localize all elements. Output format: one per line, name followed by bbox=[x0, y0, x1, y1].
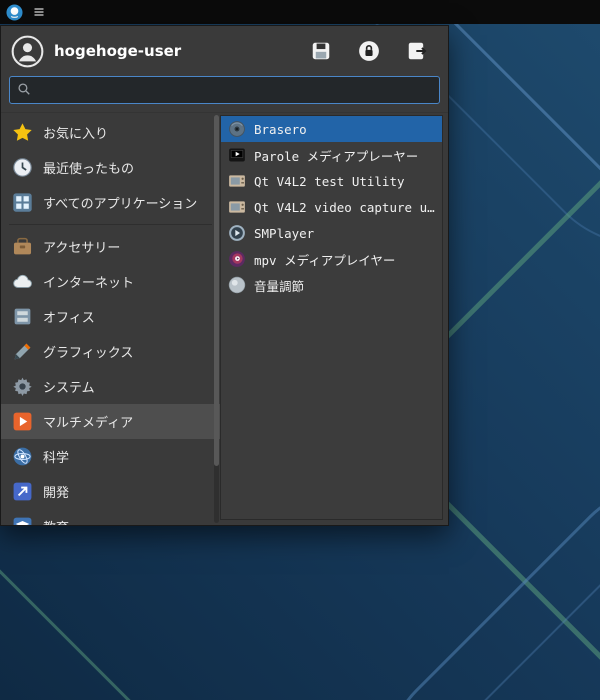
logout-icon bbox=[406, 40, 430, 62]
sidebar-item-label: インターネット bbox=[43, 272, 134, 291]
sidebar-item-label: アクセサリー bbox=[43, 237, 120, 256]
app-item-label: Parole メディアプレーヤー bbox=[254, 146, 418, 165]
whisker-menu: hogehoge-user お気に入り最近使ったものすべてのアプリケーションアク… bbox=[0, 25, 449, 526]
app-item-mpv[interactable]: mpv メディアプレイヤー bbox=[221, 246, 442, 272]
science-icon bbox=[11, 446, 33, 468]
sidebar-item-label: システム bbox=[43, 377, 95, 396]
app-item-volume[interactable]: 音量調節 bbox=[221, 272, 442, 298]
education-icon bbox=[11, 516, 33, 526]
search-input[interactable] bbox=[37, 82, 432, 99]
sidebar-item-education[interactable]: 教育 bbox=[1, 509, 220, 525]
sidebar-item-label: 開発 bbox=[43, 482, 69, 501]
sidebar-item-graphics[interactable]: グラフィックス bbox=[1, 334, 220, 369]
development-icon bbox=[11, 481, 33, 503]
top-panel bbox=[0, 0, 600, 24]
sidebar-item-label: すべてのアプリケーション bbox=[43, 193, 197, 212]
clock-icon bbox=[11, 157, 33, 179]
app-item-label: Qt V4L2 video capture uti… bbox=[254, 200, 436, 215]
accessories-icon bbox=[11, 236, 33, 258]
lock-icon bbox=[358, 40, 382, 62]
system-icon bbox=[11, 376, 33, 398]
sidebar-item-office[interactable]: オフィス bbox=[1, 299, 220, 334]
app-item-smplayer[interactable]: SMPlayer bbox=[221, 220, 442, 246]
category-sidebar: お気に入り最近使ったものすべてのアプリケーションアクセサリーインターネットオフィ… bbox=[1, 113, 220, 525]
sidebar-item-label: 教育 bbox=[43, 517, 69, 525]
search-box[interactable] bbox=[9, 76, 440, 104]
search-icon bbox=[17, 81, 31, 100]
sidebar-item-label: 最近使ったもの bbox=[43, 158, 134, 177]
user-avatar-icon bbox=[11, 35, 44, 68]
menu-header: hogehoge-user bbox=[1, 26, 448, 72]
office-icon bbox=[11, 306, 33, 328]
sidebar-item-label: 科学 bbox=[43, 447, 69, 466]
grid-icon bbox=[11, 192, 33, 214]
star-icon bbox=[11, 122, 33, 144]
app-list: Brasero Parole メディアプレーヤー Qt V4L2 test Util… bbox=[220, 115, 443, 520]
tasklist-icon[interactable] bbox=[33, 6, 45, 18]
app-item-label: SMPlayer bbox=[254, 226, 314, 241]
lock-screen-button[interactable] bbox=[358, 39, 382, 63]
sidebar-separator bbox=[9, 224, 212, 225]
sidebar-item-system[interactable]: システム bbox=[1, 369, 220, 404]
app-item-label: Brasero bbox=[254, 122, 307, 137]
app-item-qt[interactable]: Qt V4L2 test Utility bbox=[221, 168, 442, 194]
app-item-label: 音量調節 bbox=[254, 276, 304, 295]
qt-icon bbox=[227, 198, 246, 217]
mpv-icon bbox=[227, 250, 246, 269]
brasero-icon bbox=[227, 120, 246, 139]
parole-icon bbox=[227, 146, 246, 165]
sidebar-scrollbar[interactable] bbox=[214, 115, 219, 523]
settings-manager-button[interactable] bbox=[310, 39, 334, 63]
sidebar-item-label: マルチメディア bbox=[43, 412, 133, 431]
sidebar-item-accessories[interactable]: アクセサリー bbox=[1, 229, 220, 264]
app-item-label: Qt V4L2 test Utility bbox=[254, 174, 405, 189]
app-item-brasero[interactable]: Brasero bbox=[221, 116, 442, 142]
volume-icon bbox=[227, 276, 246, 295]
qt-icon bbox=[227, 172, 246, 191]
graphics-icon bbox=[11, 341, 33, 363]
wallpaper-shape bbox=[0, 549, 163, 700]
sidebar-item-grid[interactable]: すべてのアプリケーション bbox=[1, 185, 220, 220]
smplayer-icon bbox=[227, 224, 246, 243]
sidebar-item-star[interactable]: お気に入り bbox=[1, 115, 220, 150]
sidebar-item-label: グラフィックス bbox=[43, 342, 133, 361]
sidebar-item-internet[interactable]: インターネット bbox=[1, 264, 220, 299]
sidebar-item-science[interactable]: 科学 bbox=[1, 439, 220, 474]
header-actions bbox=[310, 39, 430, 63]
internet-icon bbox=[11, 271, 33, 293]
sidebar-item-label: お気に入り bbox=[43, 123, 108, 142]
sidebar-item-multimedia[interactable]: マルチメディア bbox=[1, 404, 220, 439]
sidebar-item-clock[interactable]: 最近使ったもの bbox=[1, 150, 220, 185]
log-out-button[interactable] bbox=[406, 39, 430, 63]
multimedia-icon bbox=[11, 411, 33, 433]
app-item-qt[interactable]: Qt V4L2 video capture uti… bbox=[221, 194, 442, 220]
category-list: お気に入り最近使ったものすべてのアプリケーションアクセサリーインターネットオフィ… bbox=[1, 115, 220, 525]
app-item-label: mpv メディアプレイヤー bbox=[254, 250, 395, 269]
username-label: hogehoge-user bbox=[54, 42, 310, 60]
scrollbar-thumb[interactable] bbox=[214, 115, 219, 466]
menu-body: お気に入り最近使ったものすべてのアプリケーションアクセサリーインターネットオフィ… bbox=[1, 112, 448, 525]
settings-icon bbox=[310, 40, 334, 62]
app-item-parole[interactable]: Parole メディアプレーヤー bbox=[221, 142, 442, 168]
sidebar-item-label: オフィス bbox=[43, 307, 95, 326]
sidebar-item-development[interactable]: 開発 bbox=[1, 474, 220, 509]
xubuntu-logo-icon[interactable] bbox=[6, 4, 23, 21]
